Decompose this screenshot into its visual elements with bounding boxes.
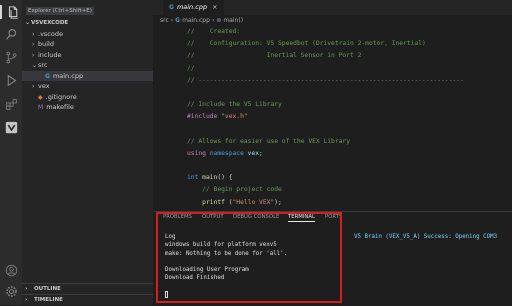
code-token: vex: [247, 149, 260, 157]
chevron-right-icon: ›: [211, 17, 215, 24]
cpp-file-icon: G: [45, 72, 50, 80]
code-line[interactable]: //: [153, 63, 512, 75]
code-token: // -------------------------------------…: [187, 76, 464, 84]
tree-item[interactable]: › vex: [22, 81, 153, 92]
cpp-file-icon: G: [169, 4, 174, 11]
tree-item[interactable]: › include: [22, 50, 153, 61]
terminal-cursor: [165, 291, 168, 298]
vex-icon[interactable]: [4, 120, 18, 134]
code-token: // Configuration: V5 Speedbot (Drivetrai…: [187, 40, 426, 48]
tree-item-label: .gitignore: [45, 92, 77, 101]
code-line[interactable]: using namespace vex;: [153, 148, 512, 160]
run-debug-icon[interactable]: [4, 73, 18, 87]
code-token: () {: [217, 174, 233, 182]
code-line[interactable]: printf ("Hello VEX");: [153, 197, 512, 209]
terminal-line: Downloading User Program: [165, 267, 249, 274]
code-line[interactable]: int main() {: [153, 172, 512, 184]
tree-item-label: makefile: [46, 103, 74, 111]
cpp-file-icon: G: [175, 17, 181, 24]
workspace-name: V5VEXCODE: [31, 20, 69, 26]
tree-item[interactable]: › .vscode: [22, 29, 153, 40]
chevron-right-icon: ›: [25, 297, 28, 303]
terminal-line: Log: [165, 234, 176, 240]
tab-main-cpp[interactable]: Gmain.cpp ×: [163, 0, 224, 15]
code-token: using: [187, 149, 210, 157]
git-file-icon: ◆: [38, 93, 43, 101]
tree-item[interactable]: ◆ .gitignore: [22, 92, 153, 103]
code-token: // Include the V5 Library: [187, 101, 282, 109]
code-line[interactable]: // Inertial Sensor in Port 2: [153, 50, 512, 62]
code-line[interactable]: [153, 124, 512, 136]
search-icon[interactable]: [4, 27, 18, 41]
code-token: "Hello VEX": [232, 198, 275, 206]
makefile-icon: M: [38, 104, 44, 111]
timeline-section[interactable]: › TIMELINE: [22, 294, 153, 305]
breadcrumb-symbol[interactable]: main(): [223, 17, 243, 24]
explorer-tooltip: Explorer (Ctrl+Shift+E): [26, 7, 94, 15]
terminal-line: make: Nothing to be done for 'all'.: [165, 250, 288, 257]
chevron-right-icon: ›: [25, 286, 28, 292]
tree-item[interactable]: ⌄src: [22, 60, 153, 71]
breadcrumb: src › Gmain.cpp › ⊚ main(): [160, 17, 243, 24]
code-line[interactable]: // Configuration: V5 Speedbot (Drivetrai…: [153, 38, 512, 50]
terminal-output[interactable]: Log windows build for platform vexv5 make:…: [165, 233, 287, 283]
code-line[interactable]: #include "vex.h": [153, 111, 512, 123]
brain-status-message: V5 Brain (VEX_V5_A) Success: Opening COM…: [354, 234, 498, 240]
code-token: #include: [187, 113, 222, 121]
code-line[interactable]: // Begin project code: [153, 184, 512, 196]
code-line[interactable]: // -------------------------------------…: [153, 75, 512, 87]
tree-item[interactable]: › build: [22, 39, 153, 50]
code-token: main: [202, 174, 218, 182]
code-token: printf: [202, 198, 225, 206]
breadcrumb-file[interactable]: main.cpp: [182, 17, 210, 24]
code-token: "vex.h": [221, 113, 248, 121]
explorer-sidebar: Explorer (Ctrl+Shift+E) ⌄V5VEXCODE › .vsc…: [22, 0, 153, 305]
chevron-right-icon: ›: [170, 17, 174, 24]
tree-item-label: src: [38, 61, 48, 69]
close-icon[interactable]: ×: [212, 3, 217, 11]
code-line[interactable]: [153, 87, 512, 99]
tree-item[interactable]: Gmain.cpp: [22, 70, 153, 81]
editor-tab-bar: Gmain.cpp ×: [153, 0, 512, 15]
tree-item-label: main.cpp: [52, 71, 84, 80]
code-line[interactable]: // Allows for easier use of the VEX Libr…: [153, 136, 512, 148]
code-token: );: [274, 198, 282, 206]
account-icon[interactable]: [4, 263, 18, 277]
tree-item-label: .vscode: [38, 29, 63, 38]
tab-label: main.cpp: [176, 3, 208, 11]
code-line[interactable]: // Created:: [153, 26, 512, 38]
code-token: //: [187, 64, 195, 72]
activity-bar: [0, 0, 23, 305]
code-token: // Begin project code: [202, 186, 282, 194]
code-token: // Allows for easier use of the VEX Libr…: [187, 137, 351, 145]
terminal-line: windows build for platform vexv5: [165, 242, 277, 249]
code-token: namespace: [209, 149, 248, 157]
explorer-icon[interactable]: [0, 5, 22, 19]
settings-gear-icon[interactable]: [4, 284, 18, 298]
tree-item-label: include: [38, 50, 62, 59]
breadcrumb-folder[interactable]: src: [160, 17, 169, 24]
code-token: int: [187, 174, 203, 182]
tree-item-label: vex: [38, 82, 50, 90]
tree-item-label: build: [38, 40, 54, 48]
code-token: (: [224, 198, 233, 206]
function-symbol-icon: ⊚: [216, 17, 222, 24]
code-token: // Created:: [187, 28, 241, 35]
code-token: ;: [259, 149, 263, 157]
workspace-header[interactable]: ⌄V5VEXCODE: [22, 18, 153, 29]
extensions-icon[interactable]: [4, 97, 18, 111]
code-line[interactable]: // Include the V5 Library: [153, 99, 512, 111]
tree-item[interactable]: Mmakefile: [22, 102, 153, 113]
code-token: // Inertial Sensor in Port 2: [187, 52, 362, 60]
bottom-panel: PROBLEMS OUTPUT DEBUG CONSOLE TERMINAL PORTS…: [153, 211, 512, 306]
terminal-line: Download Finished: [165, 275, 225, 282]
code-line[interactable]: [153, 160, 512, 172]
outline-section[interactable]: › OUTLINE: [22, 283, 153, 294]
source-control-icon[interactable]: [4, 50, 18, 64]
file-tree: ⌄V5VEXCODE › .vscode › build › include ⌄src Gma…: [22, 18, 153, 113]
